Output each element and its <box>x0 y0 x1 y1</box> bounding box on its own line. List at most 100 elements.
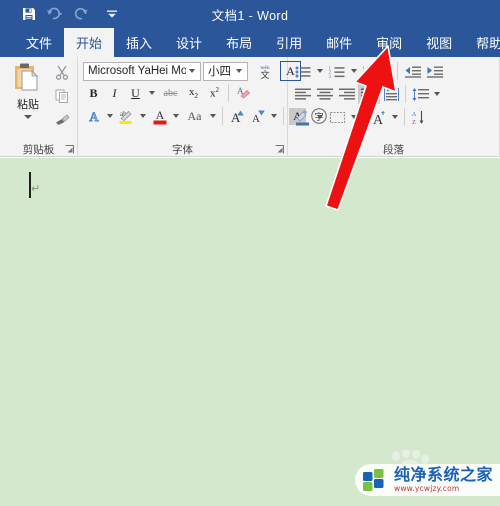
paragraph-group-label-text: 段落 <box>383 143 404 156</box>
font-group-label-text: 字体 <box>172 143 193 156</box>
text-highlight-icon[interactable]: ab <box>116 106 137 126</box>
shading-caret-icon[interactable] <box>317 115 323 119</box>
paragraph-row1-separator <box>397 62 398 80</box>
line-spacing-icon[interactable] <box>409 84 431 104</box>
ribbon: 粘贴 剪贴板 Microsoft YaHei Mo 小四 wén 文 A B I… <box>0 57 500 157</box>
tab-home[interactable]: 开始 <box>64 28 115 57</box>
borders-icon[interactable] <box>326 107 348 127</box>
font-name-caret-icon[interactable] <box>189 69 195 73</box>
font-color-icon[interactable]: A <box>149 106 170 126</box>
italic-button[interactable]: I <box>104 83 125 103</box>
ribbon-group-font: Microsoft YaHei Mono 小四 wén 文 <box>78 57 327 157</box>
svg-text:3: 3 <box>329 75 332 79</box>
paragraph-row3-separator-2 <box>404 108 405 126</box>
bullets-caret-icon[interactable] <box>317 69 323 73</box>
cut-icon[interactable] <box>52 62 72 82</box>
watermark-plate: 纯净系统之家 www.ycwjzy.com <box>355 464 500 496</box>
numbering-caret-icon[interactable] <box>351 69 357 73</box>
save-icon[interactable] <box>16 3 42 25</box>
show-formatting-marks-icon[interactable]: A <box>367 107 389 127</box>
tab-layout[interactable]: 布局 <box>214 28 264 57</box>
watermark-url: www.ycwjzy.com <box>394 484 460 494</box>
shading-icon[interactable] <box>292 107 314 127</box>
watermark-title: 纯净系统之家 <box>394 465 494 485</box>
font-name-value: Microsoft YaHei Mono <box>88 65 186 77</box>
align-left-icon[interactable] <box>292 84 314 104</box>
paste-dropdown-caret[interactable] <box>24 115 32 119</box>
tab-help[interactable]: 帮助 <box>464 28 500 57</box>
shrink-font-button[interactable]: A <box>247 106 268 126</box>
clipboard-dialog-launcher-icon[interactable] <box>65 145 74 154</box>
bold-button[interactable]: B <box>83 83 104 103</box>
paste-button[interactable]: 粘贴 <box>6 61 50 119</box>
paragraph-row2-separator <box>405 85 406 103</box>
change-case-caret-icon[interactable] <box>210 114 216 118</box>
font-dialog-launcher-icon[interactable] <box>275 145 284 154</box>
brand-logo-icon <box>363 469 384 491</box>
ribbon-group-clipboard: 粘贴 剪贴板 <box>0 57 78 157</box>
tab-insert[interactable]: 插入 <box>114 28 164 57</box>
decrease-indent-icon[interactable] <box>401 61 423 81</box>
font-row-1: Microsoft YaHei Mono 小四 wén 文 <box>83 61 301 81</box>
paragraph-row-2 <box>292 84 443 104</box>
increase-indent-icon[interactable] <box>423 61 445 81</box>
show-formatting-caret-icon[interactable] <box>392 115 398 119</box>
svg-text:A: A <box>411 111 416 118</box>
text-effects-icon[interactable]: A <box>83 106 104 126</box>
clipboard-group-label-text: 剪贴板 <box>22 143 55 156</box>
clear-formatting-icon[interactable]: A <box>232 83 253 103</box>
font-size-caret-icon[interactable] <box>236 69 242 73</box>
font-row-2: B I U abc x2 x2 A <box>83 83 253 103</box>
tab-mailings[interactable]: 邮件 <box>314 28 364 57</box>
undo-icon[interactable] <box>42 3 68 25</box>
shrink-font-caret-icon[interactable] <box>271 114 277 118</box>
font-name-combo[interactable]: Microsoft YaHei Mono <box>83 61 201 81</box>
site-watermark: 纯净系统之家 www.ycwjzy.com <box>355 450 500 506</box>
paragraph-row-1: 1 2 3 1 a i <box>292 61 445 81</box>
numbering-icon[interactable]: 1 2 3 <box>326 61 348 81</box>
strikethrough-button[interactable]: abc <box>158 83 183 103</box>
title-bar: 文档1 - Word <box>0 0 500 28</box>
word-window: 文档1 - Word 文件 开始 插入 设计 布局 引用 邮件 审阅 视图 帮助 <box>0 0 500 506</box>
phonetic-guide-icon[interactable]: wén 文 <box>252 61 277 81</box>
font-row3-separator-1 <box>222 107 223 125</box>
clipboard-group-label: 剪贴板 <box>0 141 77 157</box>
font-color-caret-icon[interactable] <box>173 114 179 118</box>
subscript-button[interactable]: x2 <box>183 83 204 103</box>
clipboard-small-buttons <box>52 62 72 130</box>
svg-text:A: A <box>89 109 99 124</box>
svg-text:A: A <box>373 113 384 126</box>
borders-caret-icon[interactable] <box>351 115 357 119</box>
tab-references[interactable]: 引用 <box>264 28 314 57</box>
text-highlight-caret-icon[interactable] <box>140 114 146 118</box>
copy-icon[interactable] <box>52 86 72 106</box>
superscript-button[interactable]: x2 <box>204 83 225 103</box>
grow-font-button[interactable]: A <box>226 106 247 126</box>
customize-qat-icon[interactable] <box>94 3 130 25</box>
align-right-icon[interactable] <box>336 84 358 104</box>
redo-icon[interactable] <box>68 3 94 25</box>
paragraph-mark: ↵ <box>31 182 41 195</box>
format-painter-icon[interactable] <box>52 110 72 130</box>
text-effects-caret-icon[interactable] <box>107 114 113 118</box>
underline-button[interactable]: U <box>125 83 146 103</box>
font-row3-separator-2 <box>283 107 284 125</box>
font-row2-separator <box>228 84 229 102</box>
distribute-icon[interactable] <box>380 84 402 104</box>
align-center-icon[interactable] <box>314 84 336 104</box>
bullets-icon[interactable] <box>292 61 314 81</box>
line-spacing-caret-icon[interactable] <box>434 92 440 96</box>
underline-caret-icon[interactable] <box>149 91 155 95</box>
tab-design[interactable]: 设计 <box>164 28 214 57</box>
font-size-combo[interactable]: 小四 <box>203 61 248 81</box>
justify-icon[interactable] <box>358 84 380 104</box>
multilevel-list-caret-icon[interactable] <box>385 69 391 73</box>
sort-icon[interactable]: A Z <box>408 107 430 127</box>
change-case-button[interactable]: Aa <box>182 106 207 126</box>
tab-file[interactable]: 文件 <box>14 28 64 57</box>
multilevel-list-icon[interactable]: 1 a i <box>360 61 382 81</box>
tab-review[interactable]: 审阅 <box>364 28 414 57</box>
paragraph-group-label: 段落 <box>288 141 499 157</box>
tab-view[interactable]: 视图 <box>414 28 464 57</box>
svg-text:A: A <box>155 108 164 122</box>
